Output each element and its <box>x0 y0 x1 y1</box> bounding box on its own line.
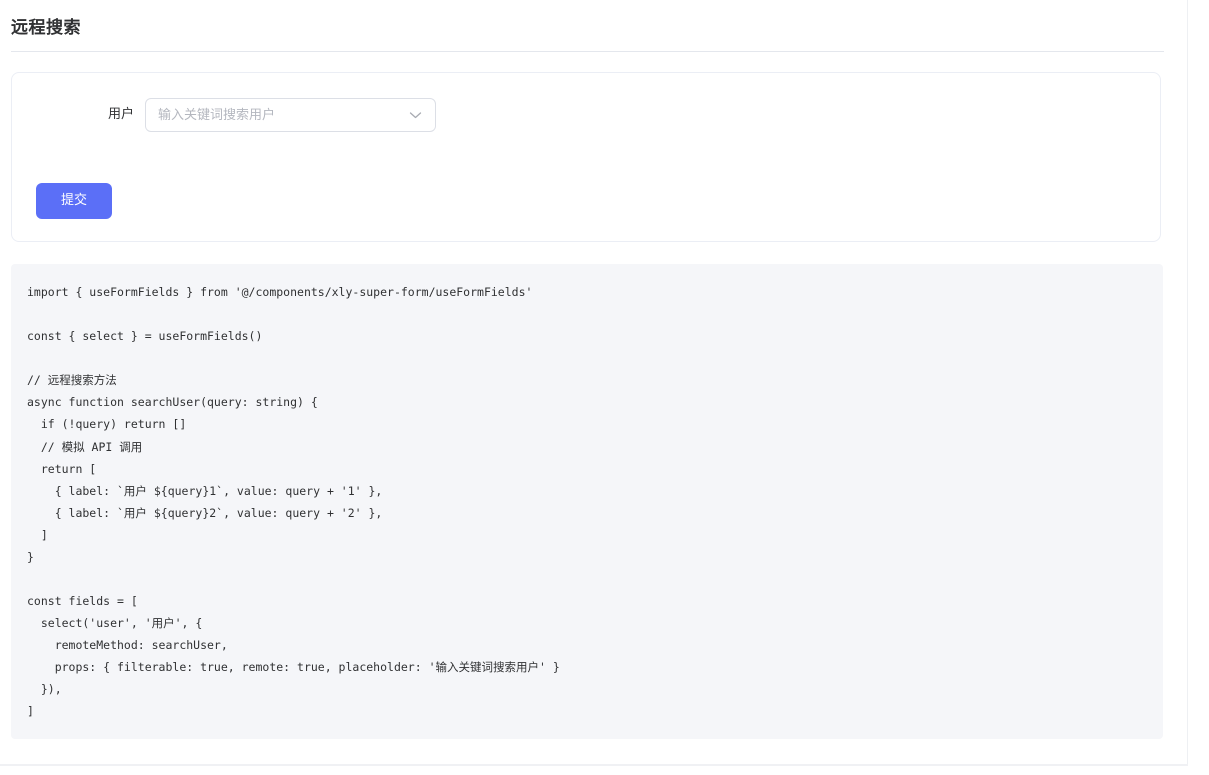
submit-button[interactable]: 提交 <box>36 183 112 219</box>
user-select[interactable] <box>145 98 436 132</box>
user-field-label: 用户 <box>108 107 135 122</box>
bottom-divider <box>0 764 1188 766</box>
title-divider <box>11 51 1164 52</box>
form-card: 用户 提交 <box>11 72 1161 242</box>
code-block: import { useFormFields } from '@/compone… <box>11 264 1163 739</box>
page-title: 远程搜索 <box>11 18 81 38</box>
chevron-down-icon[interactable] <box>409 110 422 120</box>
scrollbar-track <box>1187 0 1188 765</box>
page: 远程搜索 用户 提交 import { useFormFields } from… <box>0 0 1209 775</box>
user-search-input[interactable] <box>158 99 398 131</box>
